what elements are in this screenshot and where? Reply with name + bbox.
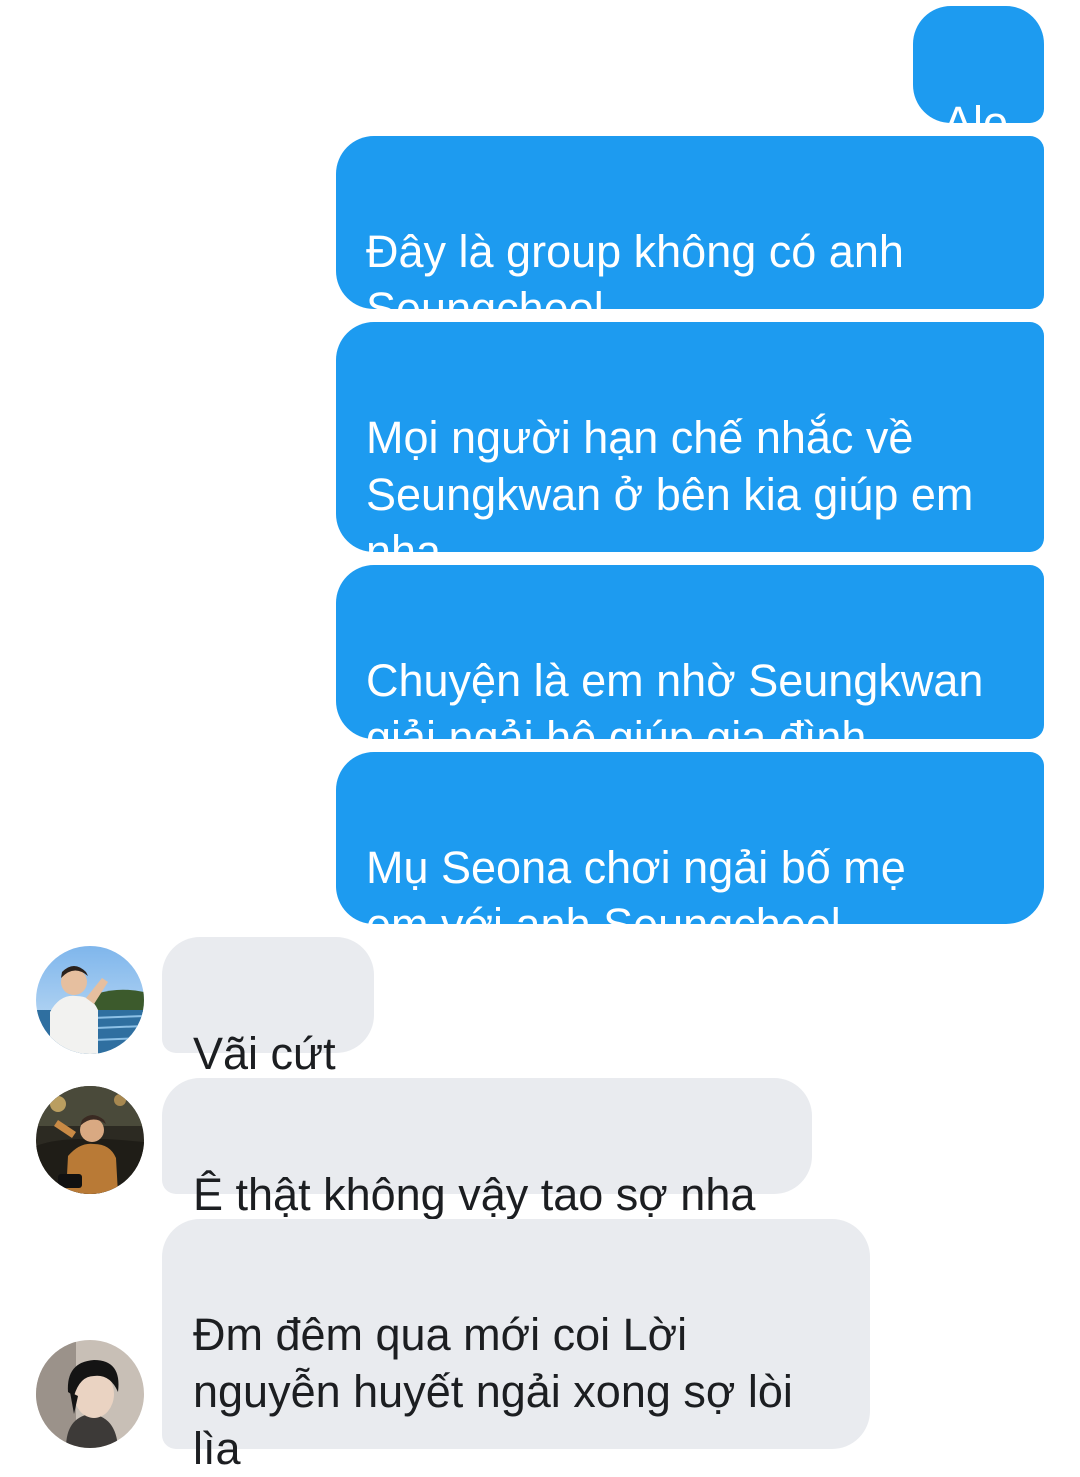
sender-avatar[interactable] bbox=[36, 1086, 144, 1194]
message-text: Mụ Seona chơi ngải bố mẹ em với anh Seun… bbox=[366, 842, 906, 950]
sender-avatar[interactable] bbox=[36, 1340, 144, 1448]
profile-photo-portrait bbox=[36, 1340, 144, 1448]
profile-photo-night-street bbox=[36, 1086, 144, 1194]
outgoing-message[interactable]: Mụ Seona chơi ngải bố mẹ em với anh Seun… bbox=[336, 752, 1044, 950]
message-text: Ê thật không vậy tao sợ nha bbox=[193, 1169, 756, 1220]
message-text: Đm đêm qua mới coi Lời nguyễn huyết ngải… bbox=[193, 1309, 793, 1474]
outgoing-message[interactable]: Alo bbox=[913, 6, 1044, 148]
incoming-message[interactable]: Đm đêm qua mới coi Lời nguyễn huyết ngải… bbox=[162, 1219, 870, 1474]
message-text: Vãi cứt bbox=[193, 1028, 336, 1079]
outgoing-message[interactable]: Đây là group không có anh Seungcheol bbox=[336, 136, 1044, 334]
message-text: Mọi người hạn chế nhắc về Seungkwan ở bê… bbox=[366, 412, 974, 577]
outgoing-message[interactable]: Mọi người hạn chế nhắc về Seungkwan ở bê… bbox=[336, 322, 1044, 577]
sender-avatar[interactable] bbox=[36, 946, 144, 1054]
message-text: Chuyện là em nhờ Seungkwan giải ngải hộ … bbox=[366, 655, 984, 763]
outgoing-message[interactable]: Chuyện là em nhờ Seungkwan giải ngải hộ … bbox=[336, 565, 1044, 763]
incoming-message[interactable]: Ê thật không vậy tao sợ nha bbox=[162, 1078, 812, 1220]
profile-photo-seaside bbox=[36, 946, 144, 1054]
incoming-message[interactable]: Vãi cứt bbox=[162, 937, 374, 1079]
message-text: Đây là group không có anh Seungcheol bbox=[366, 226, 904, 334]
